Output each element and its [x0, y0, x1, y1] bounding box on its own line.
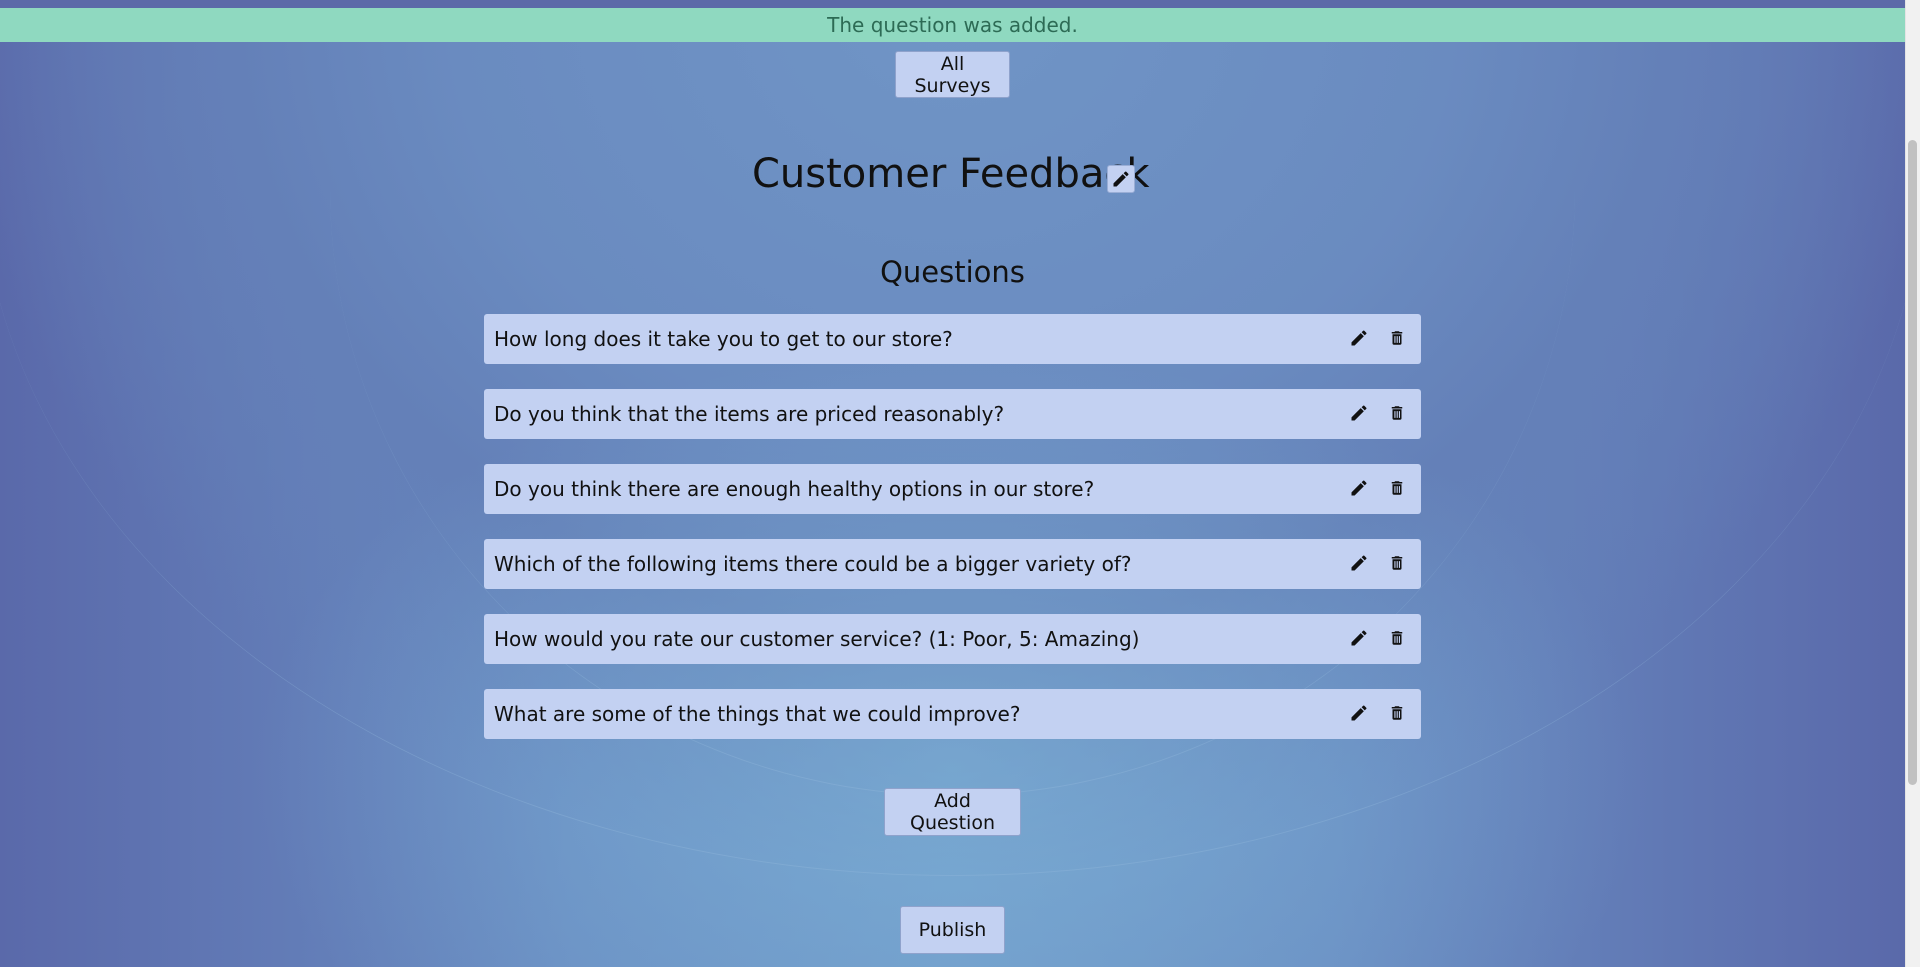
question-text: How would you rate our customer service?…	[494, 627, 1140, 651]
edit-question-button[interactable]	[1346, 475, 1372, 501]
page-scrollbar[interactable]	[1905, 0, 1920, 967]
question-row: How would you rate our customer service?…	[484, 614, 1421, 664]
question-text: Do you think there are enough healthy op…	[494, 477, 1095, 501]
trash-icon	[1391, 706, 1403, 720]
pencil-icon	[1351, 705, 1367, 721]
pencil-icon	[1351, 630, 1367, 646]
delete-question-button[interactable]	[1384, 700, 1410, 726]
edit-question-button[interactable]	[1346, 325, 1372, 351]
delete-question-button[interactable]	[1384, 400, 1410, 426]
trash-icon	[1391, 481, 1403, 495]
pencil-icon	[1351, 330, 1367, 346]
delete-question-button[interactable]	[1384, 625, 1410, 651]
question-row: Which of the following items there could…	[484, 539, 1421, 589]
question-text: Do you think that the items are priced r…	[494, 402, 1005, 426]
trash-icon	[1391, 631, 1403, 645]
publish-button[interactable]: Publish	[900, 906, 1005, 954]
trash-icon	[1391, 331, 1403, 345]
edit-question-button[interactable]	[1346, 550, 1372, 576]
edit-question-button[interactable]	[1346, 700, 1372, 726]
success-alert: The question was added.	[0, 8, 1905, 42]
pencil-icon	[1351, 480, 1367, 496]
question-row: What are some of the things that we coul…	[484, 689, 1421, 739]
question-text: What are some of the things that we coul…	[494, 702, 1021, 726]
scrollbar-thumb[interactable]	[1908, 140, 1917, 785]
pencil-icon	[1351, 405, 1367, 421]
question-text: How long does it take you to get to our …	[494, 327, 953, 351]
add-question-button[interactable]: Add Question	[884, 788, 1021, 836]
question-text: Which of the following items there could…	[494, 552, 1132, 576]
edit-title-button[interactable]	[1107, 165, 1135, 193]
pencil-icon	[1113, 171, 1129, 187]
alert-message: The question was added.	[827, 13, 1078, 37]
top-strip	[0, 0, 1905, 8]
pencil-icon	[1351, 555, 1367, 571]
survey-title: Customer Feedback	[752, 151, 1150, 197]
delete-question-button[interactable]	[1384, 325, 1410, 351]
question-row: How long does it take you to get to our …	[484, 314, 1421, 364]
delete-question-button[interactable]	[1384, 475, 1410, 501]
question-row: Do you think that the items are priced r…	[484, 389, 1421, 439]
all-surveys-button[interactable]: All Surveys	[895, 51, 1010, 98]
edit-question-button[interactable]	[1346, 625, 1372, 651]
question-list: How long does it take you to get to our …	[484, 314, 1421, 764]
trash-icon	[1391, 556, 1403, 570]
delete-question-button[interactable]	[1384, 550, 1410, 576]
edit-question-button[interactable]	[1346, 400, 1372, 426]
question-row: Do you think there are enough healthy op…	[484, 464, 1421, 514]
questions-heading: Questions	[880, 255, 1025, 289]
trash-icon	[1391, 406, 1403, 420]
